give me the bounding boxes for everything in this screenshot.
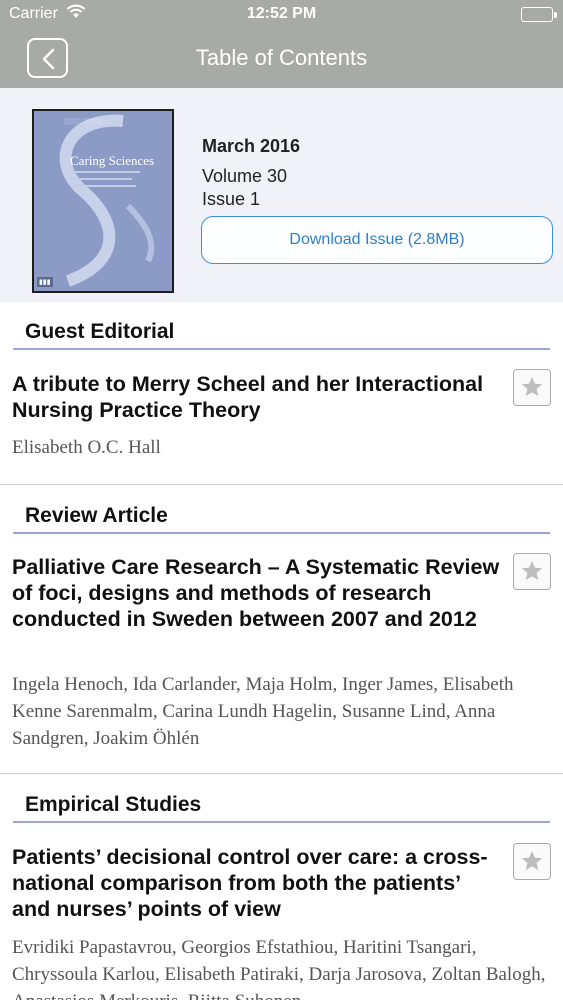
issue-volume: Volume 30 <box>202 166 288 186</box>
issue-number: Issue 1 <box>202 189 261 209</box>
article-title[interactable]: A tribute to Merry Scheel and her Intera… <box>12 371 502 423</box>
status-time: 12:52 PM <box>246 5 317 22</box>
section-heading: Empirical Studies <box>25 793 202 816</box>
cover-rule <box>70 185 136 187</box>
download-issue-button[interactable]: Download Issue (2.8MB) <box>201 216 553 264</box>
star-icon <box>522 561 542 580</box>
section-header: Guest Editorial <box>13 316 550 350</box>
section-header: Empirical Studies <box>13 789 550 823</box>
article-title[interactable]: Palliative Care Research – A Systematic … <box>12 554 502 632</box>
status-bar: Carrier 12:52 PM <box>0 0 563 30</box>
cover-rule <box>70 178 132 180</box>
publisher-logo: ▮▮▮ <box>37 277 53 287</box>
cover-rule <box>70 171 140 173</box>
favorite-button[interactable] <box>513 553 551 590</box>
article-authors: Evridiki Papastavrou, Georgios Efstathio… <box>12 937 546 1000</box>
article-title[interactable]: Patients’ decisional control over care: … <box>12 844 502 922</box>
article-authors: Ingela Henoch, Ida Carlander, Maja Holm,… <box>12 674 514 749</box>
navigation-bar: Table of Contents <box>0 30 563 88</box>
section-heading: Review Article <box>25 504 168 527</box>
article-authors: Elisabeth O.C. Hall <box>12 437 161 458</box>
issue-header: ░░░░ ░░░░░ Caring Sciences ▮▮▮ March 201… <box>0 88 563 302</box>
issue-date: March 2016 <box>202 136 301 156</box>
cover-title: Caring Sciences <box>70 153 155 168</box>
star-icon <box>522 377 542 396</box>
cover-header-text: ░░░░ ░░░░░ <box>64 119 104 125</box>
issue-cover-image[interactable]: ░░░░ ░░░░░ Caring Sciences ▮▮▮ <box>32 109 174 293</box>
section-header: Review Article <box>13 500 550 534</box>
star-icon <box>522 851 542 870</box>
favorite-button[interactable] <box>513 843 551 880</box>
page-title: Table of Contents <box>195 45 368 70</box>
battery-icon <box>521 7 557 22</box>
favorite-button[interactable] <box>513 369 551 406</box>
divider <box>0 773 563 774</box>
divider <box>0 484 563 485</box>
cover-s-graphic <box>59 114 155 287</box>
section-heading: Guest Editorial <box>25 320 175 343</box>
